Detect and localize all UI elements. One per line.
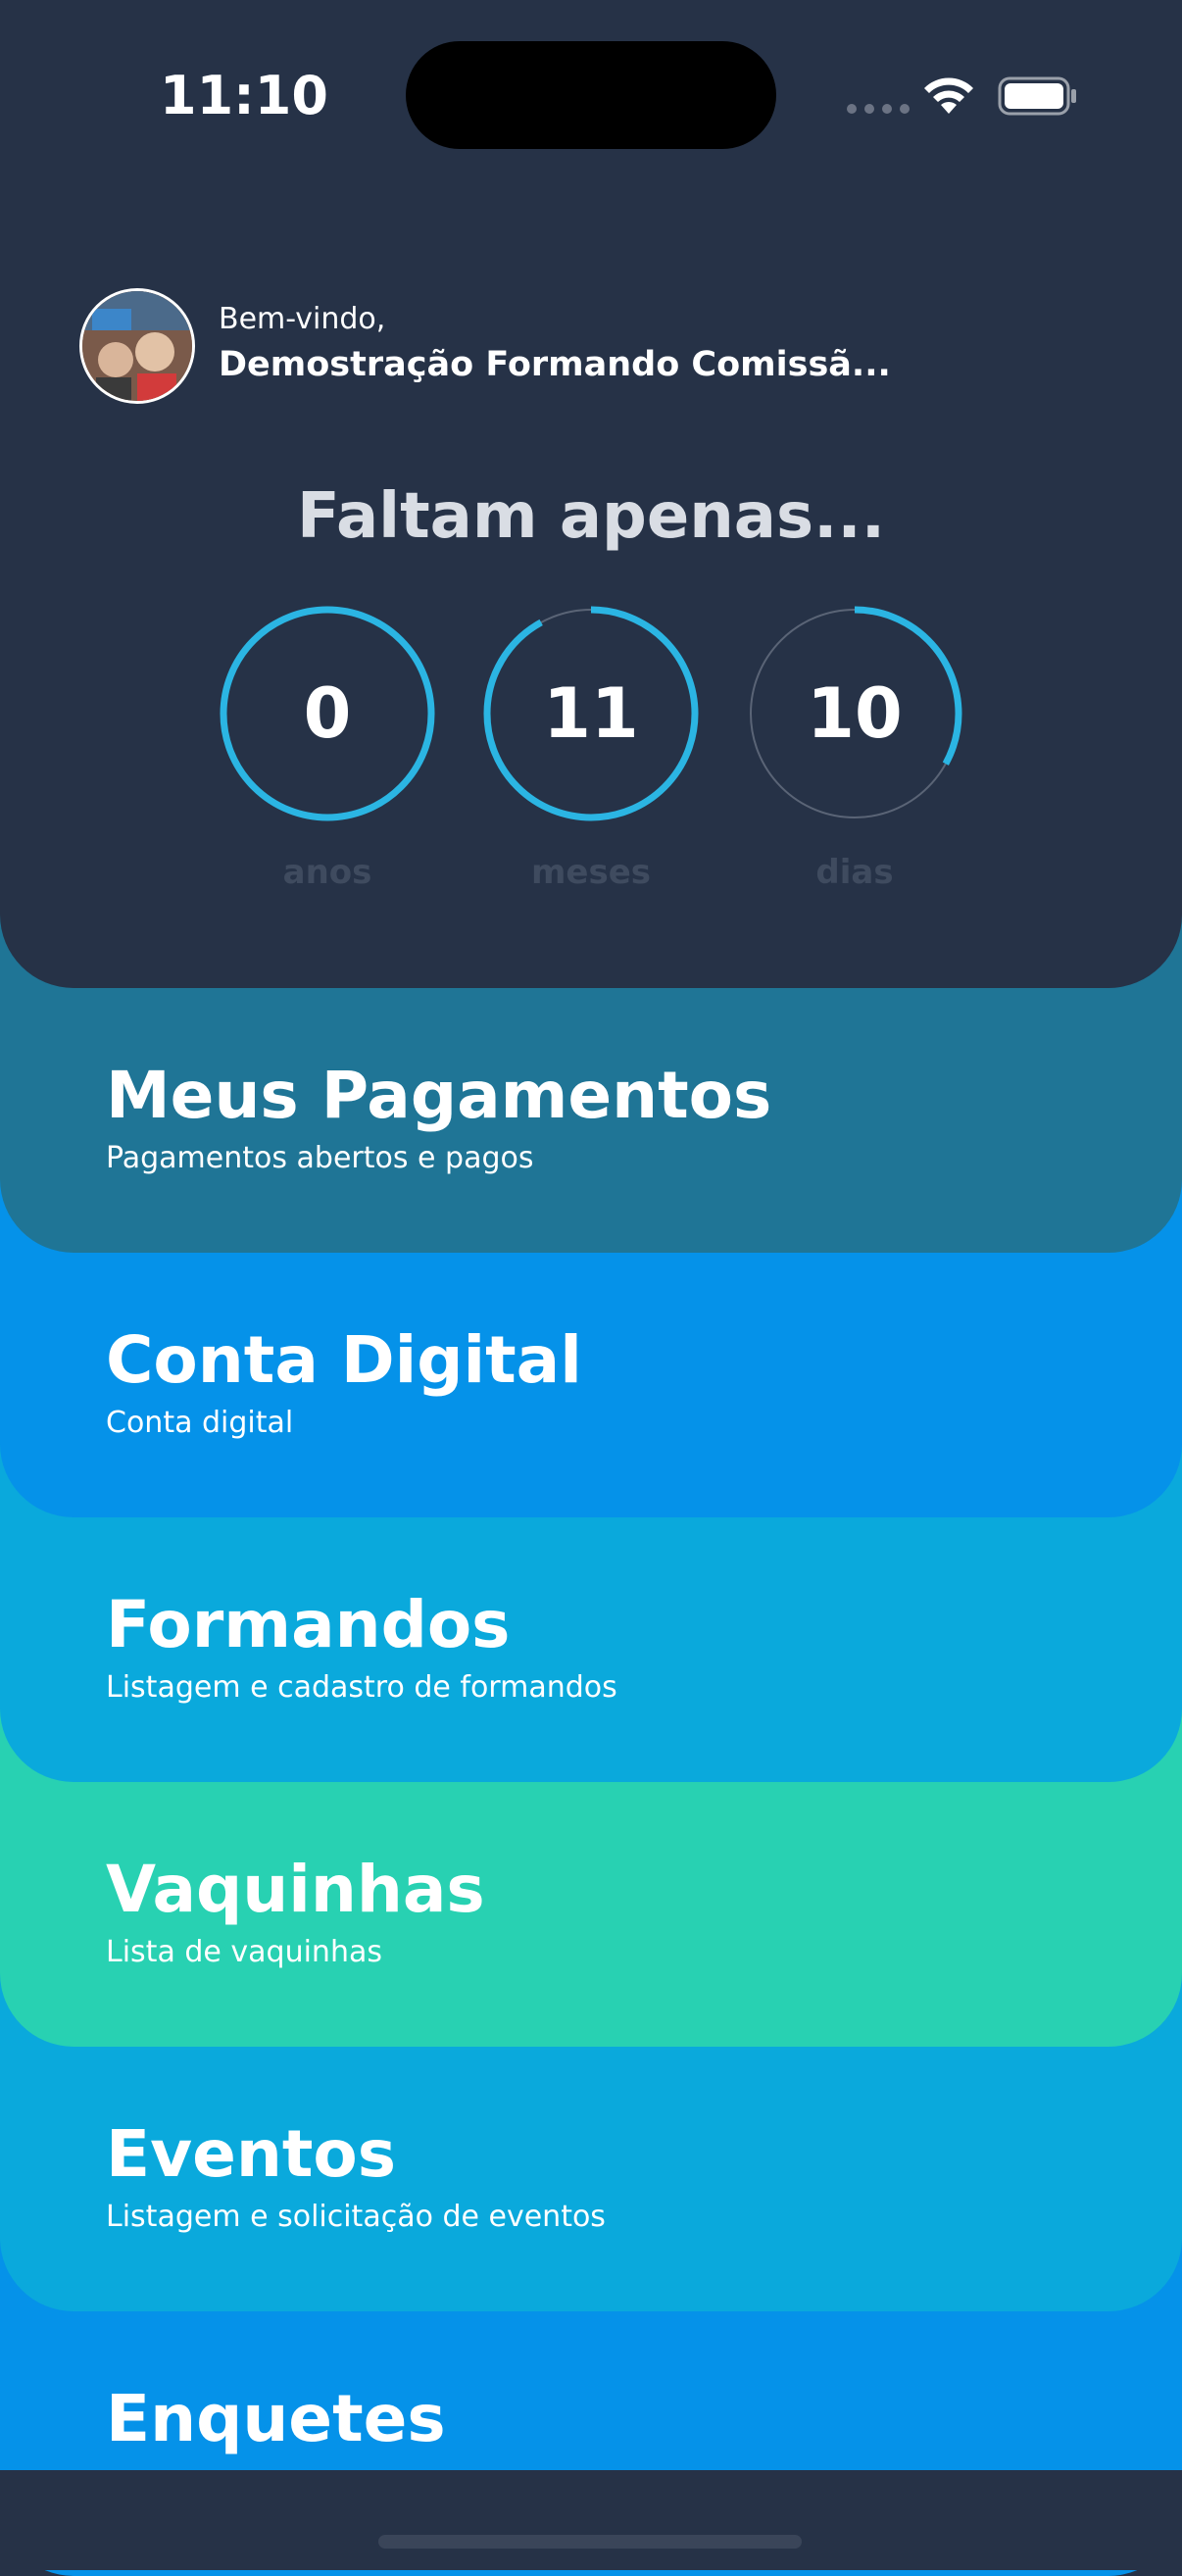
countdown-days-ring: 10 bbox=[747, 606, 962, 821]
countdown-title: Faltam apenas... bbox=[296, 480, 886, 553]
countdown-years-label: anos bbox=[282, 853, 372, 892]
card-subtitle: Conta digital bbox=[106, 1406, 294, 1440]
dynamic-island bbox=[406, 41, 776, 149]
card-title: Conta Digital bbox=[106, 1322, 582, 1398]
countdown-years-value: 0 bbox=[303, 673, 352, 754]
home-indicator-area bbox=[0, 2470, 1182, 2570]
avatar[interactable] bbox=[79, 288, 195, 404]
countdown-days-label: dias bbox=[815, 853, 894, 892]
countdown-years-ring: 0 bbox=[220, 606, 435, 821]
card-subtitle: Lista de vaquinhas bbox=[106, 1935, 382, 1969]
countdown-days-value: 10 bbox=[807, 673, 903, 754]
card-title: Vaquinhas bbox=[106, 1852, 485, 1927]
card-title: Meus Pagamentos bbox=[106, 1058, 772, 1133]
card-title: Enquetes bbox=[106, 2381, 446, 2456]
countdown-months-label: meses bbox=[530, 853, 652, 892]
status-time: 11:10 bbox=[160, 65, 328, 126]
card-subtitle: Pagamentos abertos e pagos bbox=[106, 1141, 534, 1175]
card-title: Formandos bbox=[106, 1587, 511, 1662]
status-bar: 11:10 bbox=[0, 0, 1182, 196]
wifi-icon bbox=[924, 77, 973, 114]
countdown-months-value: 11 bbox=[543, 673, 639, 754]
card-subtitle: Listagem e solicitação de eventos bbox=[106, 2200, 606, 2234]
welcome-label: Bem-vindo, bbox=[219, 302, 386, 336]
card-subtitle: Listagem e cadastro de formandos bbox=[106, 1670, 617, 1705]
cellular-signal-icon bbox=[847, 104, 910, 114]
home-indicator[interactable] bbox=[378, 2535, 802, 2549]
battery-icon bbox=[998, 76, 1076, 116]
user-name: Demostração Formando Comissã... bbox=[219, 345, 891, 384]
countdown-months-ring: 11 bbox=[483, 606, 699, 821]
card-title: Eventos bbox=[106, 2116, 397, 2192]
